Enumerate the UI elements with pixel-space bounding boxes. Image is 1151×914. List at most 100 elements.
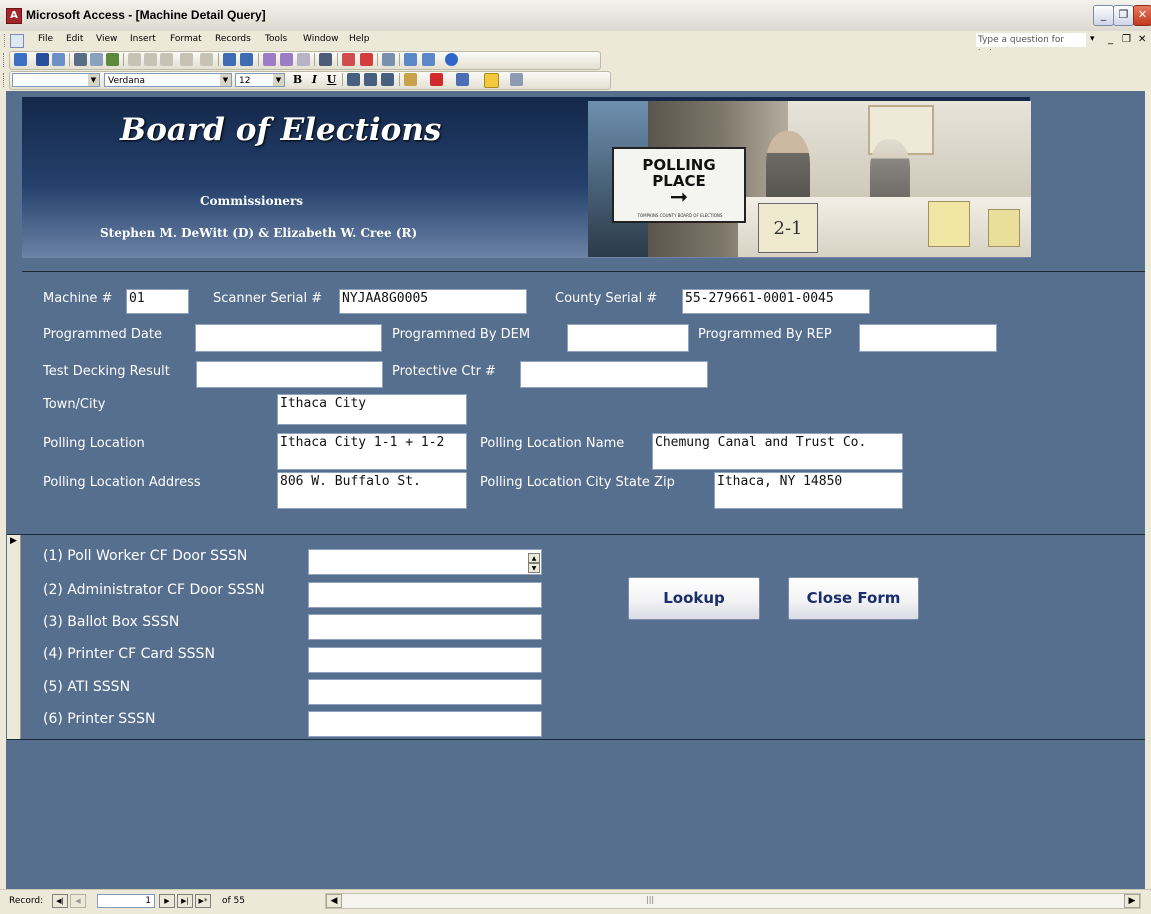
title-bar[interactable]: A Microsoft Access - [Machine Detail Que… [0, 0, 1151, 32]
first-record-icon[interactable]: ◀| [52, 894, 68, 908]
polling-location-city-state-zip-label: Polling Location City State Zip [480, 475, 675, 490]
new-record-icon[interactable] [342, 53, 355, 66]
help-icon[interactable] [445, 53, 458, 66]
access-app-icon[interactable]: A [6, 8, 22, 24]
object-combo[interactable]: ▼ [12, 73, 100, 87]
sort-ascending-icon[interactable] [223, 53, 236, 66]
horizontal-scrollbar[interactable]: ◀ ||| ▶ [325, 893, 1141, 909]
test-decking-result-field[interactable] [196, 361, 383, 388]
find-icon[interactable] [319, 53, 332, 66]
align-left-icon[interactable] [347, 73, 360, 86]
ati-sssn-field[interactable] [308, 679, 542, 705]
administrator-cf-door-sssn-field[interactable] [308, 582, 542, 608]
chevron-down-icon[interactable]: ▼ [273, 74, 284, 86]
lookup-button[interactable]: Lookup [628, 577, 760, 620]
menu-tools[interactable]: Tools [265, 34, 287, 44]
town-city-field[interactable]: Ithaca City [277, 394, 467, 425]
programmed-by-dem-field[interactable] [567, 324, 689, 352]
scroll-right-icon[interactable]: ▶ [1124, 894, 1140, 908]
print-preview-icon[interactable] [90, 53, 103, 66]
align-center-icon[interactable] [364, 73, 377, 86]
polling-location-name-field[interactable]: Chemung Canal and Trust Co. [652, 433, 903, 470]
cut-icon[interactable] [128, 53, 141, 66]
italic-button[interactable]: I [307, 73, 322, 87]
filter-by-form-icon[interactable] [280, 53, 293, 66]
spin-up-icon[interactable]: ▲ [528, 553, 540, 563]
ballot-box-sssn-field[interactable] [308, 614, 542, 640]
delete-record-icon[interactable] [360, 53, 373, 66]
mdi-restore-button[interactable]: ❐ [1122, 34, 1131, 45]
font-name-combo[interactable]: Verdana ▼ [104, 73, 232, 87]
previous-record-icon[interactable]: ◀ [70, 894, 86, 908]
mdi-close-button[interactable]: ✕ [1138, 34, 1146, 45]
scroll-left-icon[interactable]: ◀ [326, 894, 342, 908]
county-serial-field[interactable]: 55-279661-0001-0045 [682, 289, 870, 314]
bold-button[interactable]: B [290, 73, 305, 87]
menu-window[interactable]: Window [303, 34, 339, 44]
polling-location-address-field[interactable]: 806 W. Buffalo St. [277, 472, 467, 509]
apply-filter-icon[interactable] [297, 53, 310, 66]
current-record-field[interactable]: 1 [97, 894, 155, 908]
help-dropdown-icon[interactable]: ▾ [1090, 34, 1095, 44]
toolbar-handle[interactable] [3, 73, 7, 87]
view-icon[interactable] [14, 53, 27, 66]
chevron-down-icon[interactable]: ▼ [220, 74, 231, 86]
special-effect-icon[interactable] [484, 73, 499, 88]
line-color-icon[interactable] [456, 73, 469, 86]
poll-worker-cf-door-sssn-field[interactable] [308, 549, 542, 575]
paste-icon[interactable] [160, 53, 173, 66]
print-icon[interactable] [74, 53, 87, 66]
font-color-icon[interactable] [430, 73, 443, 86]
search-file-icon[interactable] [52, 53, 65, 66]
save-icon[interactable] [36, 53, 49, 66]
menu-format[interactable]: Format [170, 34, 202, 44]
fill-color-icon[interactable] [404, 73, 417, 86]
menu-help[interactable]: Help [349, 34, 370, 44]
programmed-by-rep-field[interactable] [859, 324, 997, 352]
spin-down-icon[interactable]: ▼ [528, 563, 540, 573]
toolbar-separator [342, 73, 343, 86]
menu-edit[interactable]: Edit [66, 34, 83, 44]
database-window-icon[interactable] [404, 53, 417, 66]
menu-file[interactable]: File [38, 34, 53, 44]
properties-icon[interactable] [382, 53, 395, 66]
hyperlink-icon[interactable] [200, 53, 213, 66]
polling-location-city-state-zip-field[interactable]: Ithaca, NY 14850 [714, 472, 903, 509]
menu-grip[interactable] [4, 34, 8, 47]
line-width-icon[interactable] [510, 73, 523, 86]
filter-by-selection-icon[interactable] [263, 53, 276, 66]
sort-descending-icon[interactable] [240, 53, 253, 66]
scanner-serial-field[interactable]: NYJAA8G0005 [339, 289, 527, 314]
underline-button[interactable]: U [324, 73, 339, 87]
printer-sssn-field[interactable] [308, 711, 542, 737]
programmed-date-field[interactable] [195, 324, 382, 352]
scroll-thumb-grip[interactable]: ||| [646, 895, 654, 904]
close-button[interactable]: ✕ [1133, 5, 1151, 26]
copy-icon[interactable] [144, 53, 157, 66]
menu-records[interactable]: Records [215, 34, 251, 44]
protective-counter-field[interactable] [520, 361, 708, 388]
undo-icon[interactable] [180, 53, 193, 66]
toolbar-separator [218, 53, 219, 66]
restore-button[interactable]: ❐ [1113, 5, 1134, 26]
chevron-down-icon[interactable]: ▼ [88, 74, 99, 86]
align-right-icon[interactable] [381, 73, 394, 86]
last-record-icon[interactable]: ▶| [177, 894, 193, 908]
form-document-icon[interactable] [10, 34, 24, 48]
next-record-icon[interactable]: ▶ [159, 894, 175, 908]
mdi-minimize-button[interactable]: _ [1108, 34, 1113, 45]
printer-cf-card-sssn-field[interactable] [308, 647, 542, 673]
help-question-box[interactable]: Type a question for help [976, 33, 1086, 59]
menu-insert[interactable]: Insert [130, 34, 156, 44]
new-record-nav-icon[interactable]: ▶* [195, 894, 211, 908]
font-size-combo[interactable]: 12 ▼ [235, 73, 285, 87]
new-object-icon[interactable] [422, 53, 435, 66]
toolbar-handle[interactable] [3, 53, 7, 67]
polling-location-field[interactable]: Ithaca City 1-1 + 1-2 [277, 433, 467, 470]
machine-number-field[interactable]: 01 [126, 289, 189, 314]
spelling-icon[interactable] [106, 53, 119, 66]
menu-view[interactable]: View [96, 34, 117, 44]
minimize-button[interactable]: _ [1093, 5, 1114, 26]
close-form-button[interactable]: Close Form [788, 577, 919, 620]
record-selector[interactable]: ▶ [7, 535, 21, 739]
